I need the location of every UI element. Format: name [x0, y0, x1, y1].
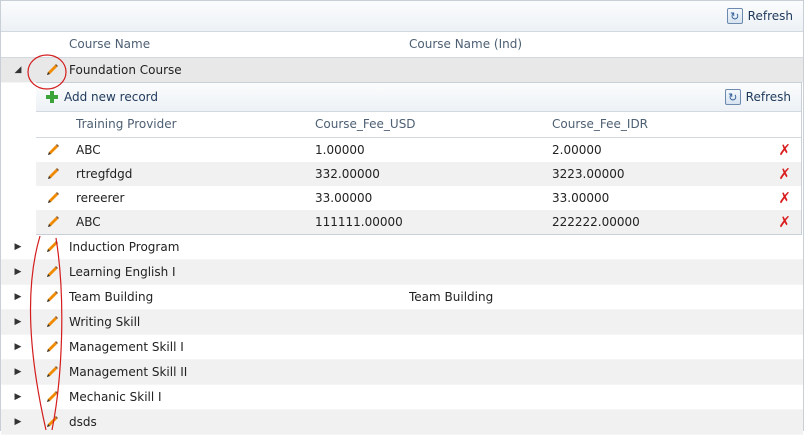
pencil-icon	[48, 216, 59, 227]
course-row[interactable]: ▶ Induction Program	[1, 235, 803, 260]
edit-button[interactable]	[35, 414, 69, 430]
edit-button[interactable]	[35, 389, 69, 405]
expand-icon[interactable]: ▶	[1, 317, 35, 327]
course-name: dsds	[69, 415, 97, 429]
expand-icon[interactable]: ▶	[1, 242, 35, 252]
edit-button[interactable]	[36, 166, 70, 182]
pencil-icon	[48, 144, 59, 155]
detail-grid: Add new record ↻ Refresh Training Provid…	[36, 82, 802, 235]
training-provider-cell: rereerer	[76, 191, 125, 205]
course-name: Foundation Course	[69, 63, 182, 77]
column-header-course-fee-idr[interactable]: Course_Fee_IDR	[546, 112, 780, 137]
course-row[interactable]: ▶ Learning English I	[1, 260, 803, 285]
course-fee-idr-cell: 33.00000	[552, 191, 610, 205]
edit-button[interactable]	[36, 190, 70, 206]
training-provider-cell: ABC	[76, 143, 101, 157]
edit-button[interactable]	[35, 314, 69, 330]
detail-row[interactable]: ABC 1.00000 2.00000 ✗	[36, 138, 801, 162]
course-fee-usd-cell: 1.00000	[315, 143, 365, 157]
pencil-icon	[47, 64, 58, 75]
edit-button[interactable]	[36, 214, 70, 230]
training-provider-cell: ABC	[76, 215, 101, 229]
course-name: Mechanic Skill I	[69, 390, 162, 404]
course-fee-usd-cell: 111111.00000	[315, 215, 403, 229]
expand-icon[interactable]: ▶	[1, 342, 35, 352]
refresh-label: Refresh	[745, 90, 791, 104]
detail-row[interactable]: rtregfdgd 332.00000 3223.00000 ✗	[36, 162, 801, 186]
column-header-training-provider[interactable]: Training Provider	[70, 112, 309, 137]
column-header-course-name[interactable]: Course Name	[69, 32, 409, 57]
plus-icon	[46, 91, 58, 103]
pencil-icon	[47, 241, 58, 252]
detail-row[interactable]: ABC 111111.00000 222222.00000 ✗	[36, 210, 801, 234]
delete-icon[interactable]: ✗	[778, 213, 791, 231]
refresh-icon: ↻	[724, 89, 741, 105]
refresh-label: Refresh	[747, 9, 793, 23]
grid-header: Course Name Course Name (Ind)	[1, 32, 803, 58]
collapse-icon[interactable]: ◢	[1, 65, 35, 75]
refresh-button[interactable]: ↻ Refresh	[726, 8, 793, 24]
pencil-icon	[47, 416, 58, 427]
pencil-icon	[47, 291, 58, 302]
detail-refresh-button[interactable]: ↻ Refresh	[724, 89, 791, 105]
course-name-ind: Team Building	[409, 290, 494, 304]
expand-icon[interactable]: ▶	[1, 417, 35, 427]
course-row[interactable]: ▶ Mechanic Skill I	[1, 385, 803, 410]
course-row[interactable]: ▶ dsds	[1, 410, 803, 435]
delete-icon[interactable]: ✗	[778, 141, 791, 159]
course-name: Writing Skill	[69, 315, 141, 329]
grid-frame: ↻ Refresh Course Name Course Name (Ind) …	[0, 0, 804, 435]
expand-icon[interactable]: ▶	[1, 367, 35, 377]
delete-icon[interactable]: ✗	[778, 189, 791, 207]
detail-header: Training Provider Course_Fee_USD Course_…	[36, 112, 801, 138]
course-row-expanded[interactable]: ◢ Foundation Course	[1, 58, 803, 83]
edit-button[interactable]	[35, 364, 69, 380]
grid-toolbar: ↻ Refresh	[1, 1, 803, 32]
delete-icon[interactable]: ✗	[778, 165, 791, 183]
course-fee-idr-cell: 3223.00000	[552, 167, 625, 181]
course-name: Management Skill I	[69, 340, 184, 354]
edit-button[interactable]	[36, 142, 70, 158]
course-row[interactable]: ▶ Management Skill I	[1, 335, 803, 360]
course-fee-idr-cell: 222222.00000	[552, 215, 640, 229]
refresh-icon: ↻	[726, 8, 743, 24]
pencil-icon	[48, 168, 59, 179]
course-name: Learning English I	[69, 265, 176, 279]
pencil-icon	[47, 366, 58, 377]
course-name: Induction Program	[69, 240, 180, 254]
edit-button[interactable]	[35, 289, 69, 305]
course-name: Team Building	[69, 290, 154, 304]
edit-button[interactable]	[35, 264, 69, 280]
expand-icon[interactable]: ▶	[1, 267, 35, 277]
column-header-course-fee-usd[interactable]: Course_Fee_USD	[309, 112, 546, 137]
expand-icon[interactable]: ▶	[1, 392, 35, 402]
add-new-record-button[interactable]: Add new record	[46, 90, 158, 104]
detail-row[interactable]: rereerer 33.00000 33.00000 ✗	[36, 186, 801, 210]
course-fee-idr-cell: 2.00000	[552, 143, 602, 157]
course-name: Management Skill II	[69, 365, 188, 379]
expand-icon[interactable]: ▶	[1, 292, 35, 302]
course-row[interactable]: ▶ Management Skill II	[1, 360, 803, 385]
column-header-course-name-ind[interactable]: Course Name (Ind)	[409, 32, 799, 57]
detail-toolbar: Add new record ↻ Refresh	[36, 83, 801, 112]
edit-button[interactable]	[35, 62, 69, 78]
pencil-icon	[47, 391, 58, 402]
edit-button[interactable]	[35, 339, 69, 355]
pencil-icon	[47, 266, 58, 277]
pencil-icon	[47, 341, 58, 352]
course-row[interactable]: ▶ Writing Skill	[1, 310, 803, 335]
course-fee-usd-cell: 332.00000	[315, 167, 380, 181]
pencil-icon	[47, 316, 58, 327]
pencil-icon	[48, 192, 59, 203]
training-provider-cell: rtregfdgd	[76, 167, 133, 181]
course-fee-usd-cell: 33.00000	[315, 191, 373, 205]
edit-button[interactable]	[35, 239, 69, 255]
add-new-record-label: Add new record	[64, 90, 158, 104]
course-row[interactable]: ▶ Team Building Team Building	[1, 285, 803, 310]
